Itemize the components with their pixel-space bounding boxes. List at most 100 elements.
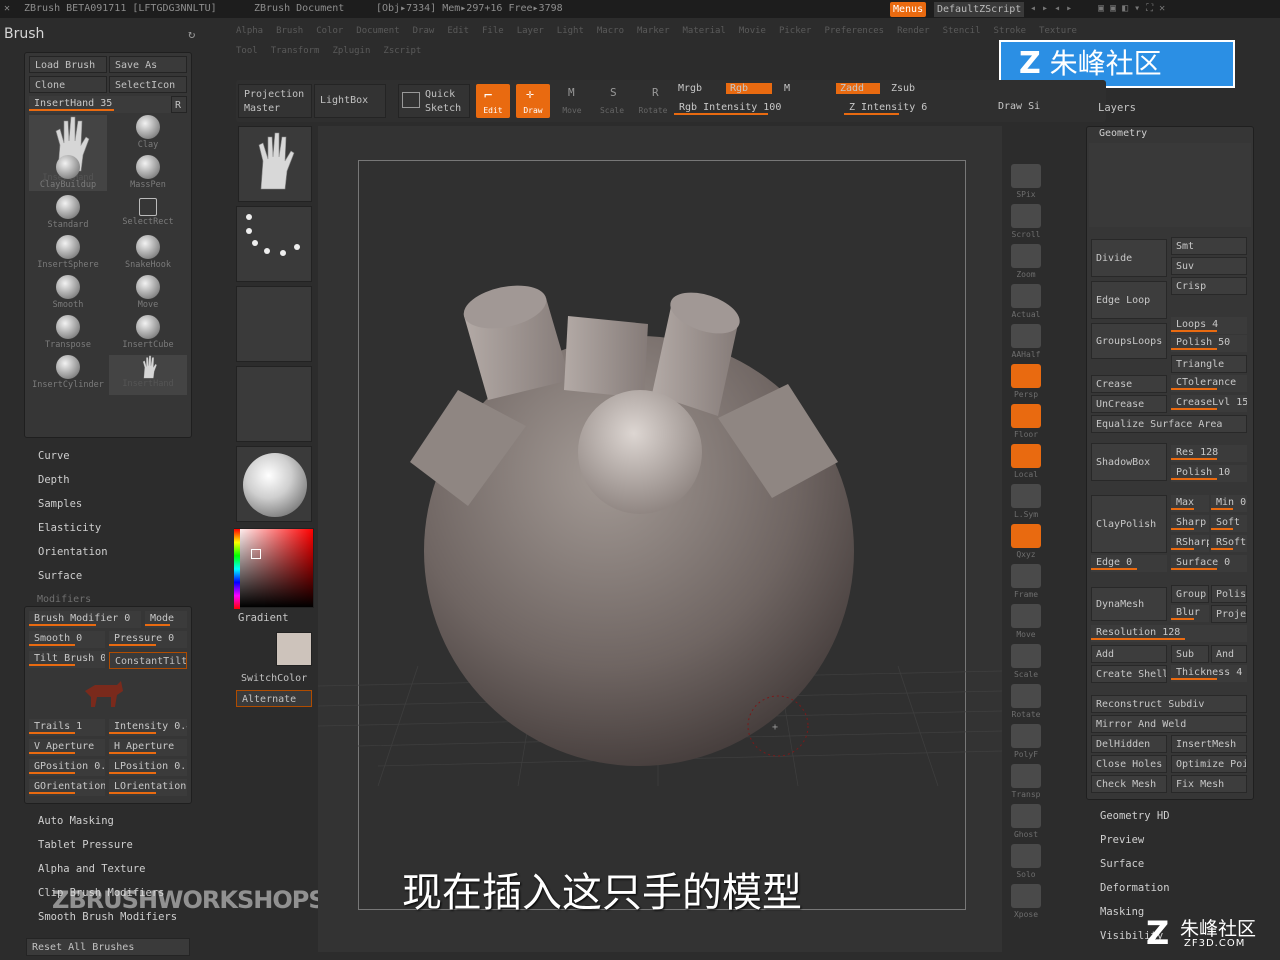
menu-draw[interactable]: Draw <box>413 26 435 36</box>
projection-master-button[interactable]: Projection Master <box>238 84 312 118</box>
v-aperture-slider[interactable]: V Aperture <box>29 739 105 756</box>
edge-loop-button[interactable]: Edge Loop <box>1091 281 1167 319</box>
tool-thumbnail[interactable] <box>238 126 312 202</box>
menu-stencil[interactable]: Stencil <box>943 26 981 36</box>
shadowbox-button[interactable]: ShadowBox <box>1091 443 1167 481</box>
section-auto-masking[interactable]: Auto Masking <box>38 815 114 827</box>
tool-ghost-button[interactable]: Ghost <box>1008 804 1044 842</box>
edit-button[interactable]: Edit <box>476 84 510 118</box>
z-intensity-slider[interactable]: Z Intensity 6 <box>844 100 936 117</box>
nav-arrows-icon[interactable]: ◂ ▸ ◂ ▸ <box>1030 0 1072 18</box>
section-surface[interactable]: Surface <box>38 570 82 582</box>
and-button[interactable]: And <box>1211 645 1247 663</box>
brush-tile-snakehook[interactable]: SnakeHook <box>109 235 187 275</box>
lposition-slider[interactable]: LPosition 0.2 <box>109 759 187 776</box>
section-surface[interactable]: Surface <box>1100 858 1144 870</box>
section-curve[interactable]: Curve <box>38 450 70 462</box>
tool-local-button[interactable]: Local <box>1008 444 1044 482</box>
brush-tile-move[interactable]: Move <box>109 275 187 315</box>
tilt-brush-slider[interactable]: Tilt Brush 0 <box>29 651 105 668</box>
window-controls-icon[interactable]: ▣ ▣ ◧ ▾ ⛶ ✕ <box>1098 0 1165 18</box>
creaselvl-slider[interactable]: CreaseLvl 15 <box>1171 395 1247 412</box>
section-depth[interactable]: Depth <box>38 474 70 486</box>
tool-zoom-button[interactable]: Zoom <box>1008 244 1044 282</box>
crease-button[interactable]: Crease <box>1091 375 1167 393</box>
tool-rotate-button[interactable]: Rotate <box>1008 684 1044 722</box>
uncrease-button[interactable]: UnCrease <box>1091 395 1167 413</box>
rgb-intensity-slider[interactable]: Rgb Intensity 100 <box>674 100 830 117</box>
secondary-color-swatch[interactable] <box>276 632 312 666</box>
menu-material[interactable]: Material <box>683 26 726 36</box>
insertmesh-button[interactable]: InsertMesh <box>1171 735 1247 753</box>
edge-slider[interactable]: Edge 0 <box>1091 555 1167 572</box>
menu-tool[interactable]: Tool <box>236 46 258 56</box>
mrgb-button[interactable]: Mrgb <box>678 83 702 94</box>
triangle-button[interactable]: Triangle <box>1171 355 1247 373</box>
brush-tile-smooth[interactable]: Smooth <box>29 275 107 315</box>
tool-persp-button[interactable]: Persp <box>1008 364 1044 402</box>
current-brush-slider[interactable]: InsertHand 35 <box>29 96 171 113</box>
layers-section[interactable]: Layers <box>1098 102 1136 114</box>
tool-lsym-button[interactable]: L.Sym <box>1008 484 1044 522</box>
smooth-slider[interactable]: Smooth 0 <box>29 631 105 648</box>
menu-alpha[interactable]: Alpha <box>236 26 263 36</box>
lorientation-slider[interactable]: LOrientation <box>109 779 187 796</box>
h-aperture-slider[interactable]: H Aperture <box>109 739 187 756</box>
delhidden-button[interactable]: DelHidden <box>1091 735 1167 753</box>
rsharp-slider[interactable]: RSharp <box>1171 535 1209 552</box>
menu-macro[interactable]: Macro <box>597 26 624 36</box>
menu-marker[interactable]: Marker <box>637 26 670 36</box>
mirror-and-weld-button[interactable]: Mirror And Weld <box>1091 715 1247 733</box>
polish-slider[interactable]: Polish 50 <box>1171 335 1247 352</box>
intensity-slider[interactable]: Intensity 0.4 <box>109 719 187 736</box>
brush-tile-insertcube[interactable]: InsertCube <box>109 315 187 355</box>
trails-slider[interactable]: Trails 1 <box>29 719 105 736</box>
create-shell-button[interactable]: Create Shell <box>1091 665 1167 683</box>
tool-spix-button[interactable]: SPix <box>1008 164 1044 202</box>
menu-light[interactable]: Light <box>557 26 584 36</box>
gposition-slider[interactable]: GPosition 0.2 <box>29 759 105 776</box>
r-button[interactable]: R <box>171 96 187 113</box>
section-tablet-pressure[interactable]: Tablet Pressure <box>38 839 133 851</box>
group-button[interactable]: Group <box>1171 585 1209 603</box>
load-brush-button[interactable]: Load Brush <box>29 56 107 73</box>
surface-slider[interactable]: Surface 0 <box>1171 555 1247 572</box>
texture-thumbnail[interactable] <box>236 366 312 442</box>
optimize-button[interactable]: Optimize Poi <box>1171 755 1247 773</box>
thickness-slider[interactable]: Thickness 4 <box>1171 665 1247 682</box>
brush-tile-clay[interactable]: Clay <box>109 115 187 155</box>
menu-file[interactable]: File <box>482 26 504 36</box>
clone-button[interactable]: Clone <box>29 76 107 93</box>
section-orientation[interactable]: Orientation <box>38 546 108 558</box>
menu-document[interactable]: Document <box>356 26 399 36</box>
soft-slider[interactable]: Soft <box>1211 515 1247 532</box>
tool-polyf-button[interactable]: PolyF <box>1008 724 1044 762</box>
default-zscript-button[interactable]: DefaultZScript <box>934 2 1025 17</box>
menu-layer[interactable]: Layer <box>517 26 544 36</box>
menu-texture[interactable]: Texture <box>1039 26 1077 36</box>
brush-tile-transpose[interactable]: Transpose <box>29 315 107 355</box>
refresh-icon[interactable]: ↻ <box>188 27 195 41</box>
tool-move-button[interactable]: Move <box>1008 604 1044 642</box>
dynamesh-button[interactable]: DynaMesh <box>1091 587 1167 621</box>
brush-modifier-slider[interactable]: Brush Modifier 0 <box>29 611 141 628</box>
crisp-button[interactable]: Crisp <box>1171 277 1247 295</box>
menus-button[interactable]: Menus <box>890 2 927 17</box>
tool-transp-button[interactable]: Transp <box>1008 764 1044 802</box>
tool-xpose-button[interactable]: Xpose <box>1008 884 1044 922</box>
section-elasticity[interactable]: Elasticity <box>38 522 101 534</box>
menu-zplugin[interactable]: Zplugin <box>332 46 370 56</box>
menu-preferences[interactable]: Preferences <box>824 26 884 36</box>
divide-button[interactable]: Divide <box>1091 239 1167 277</box>
close-holes-button[interactable]: Close Holes <box>1091 755 1167 773</box>
reconstruct-subdiv-button[interactable]: Reconstruct Subdiv <box>1091 695 1247 713</box>
constant-tilt-button[interactable]: ConstantTilt <box>109 652 187 669</box>
menu-edit[interactable]: Edit <box>447 26 469 36</box>
tool-solo-button[interactable]: Solo <box>1008 844 1044 882</box>
hue-strip[interactable] <box>234 529 240 609</box>
polish-button[interactable]: Polish <box>1211 585 1247 603</box>
lightbox-button[interactable]: LightBox <box>314 84 386 118</box>
mode-slider[interactable]: Mode <box>145 611 187 628</box>
sharp-slider[interactable]: Sharp <box>1171 515 1209 532</box>
suv-button[interactable]: Suv <box>1171 257 1247 275</box>
